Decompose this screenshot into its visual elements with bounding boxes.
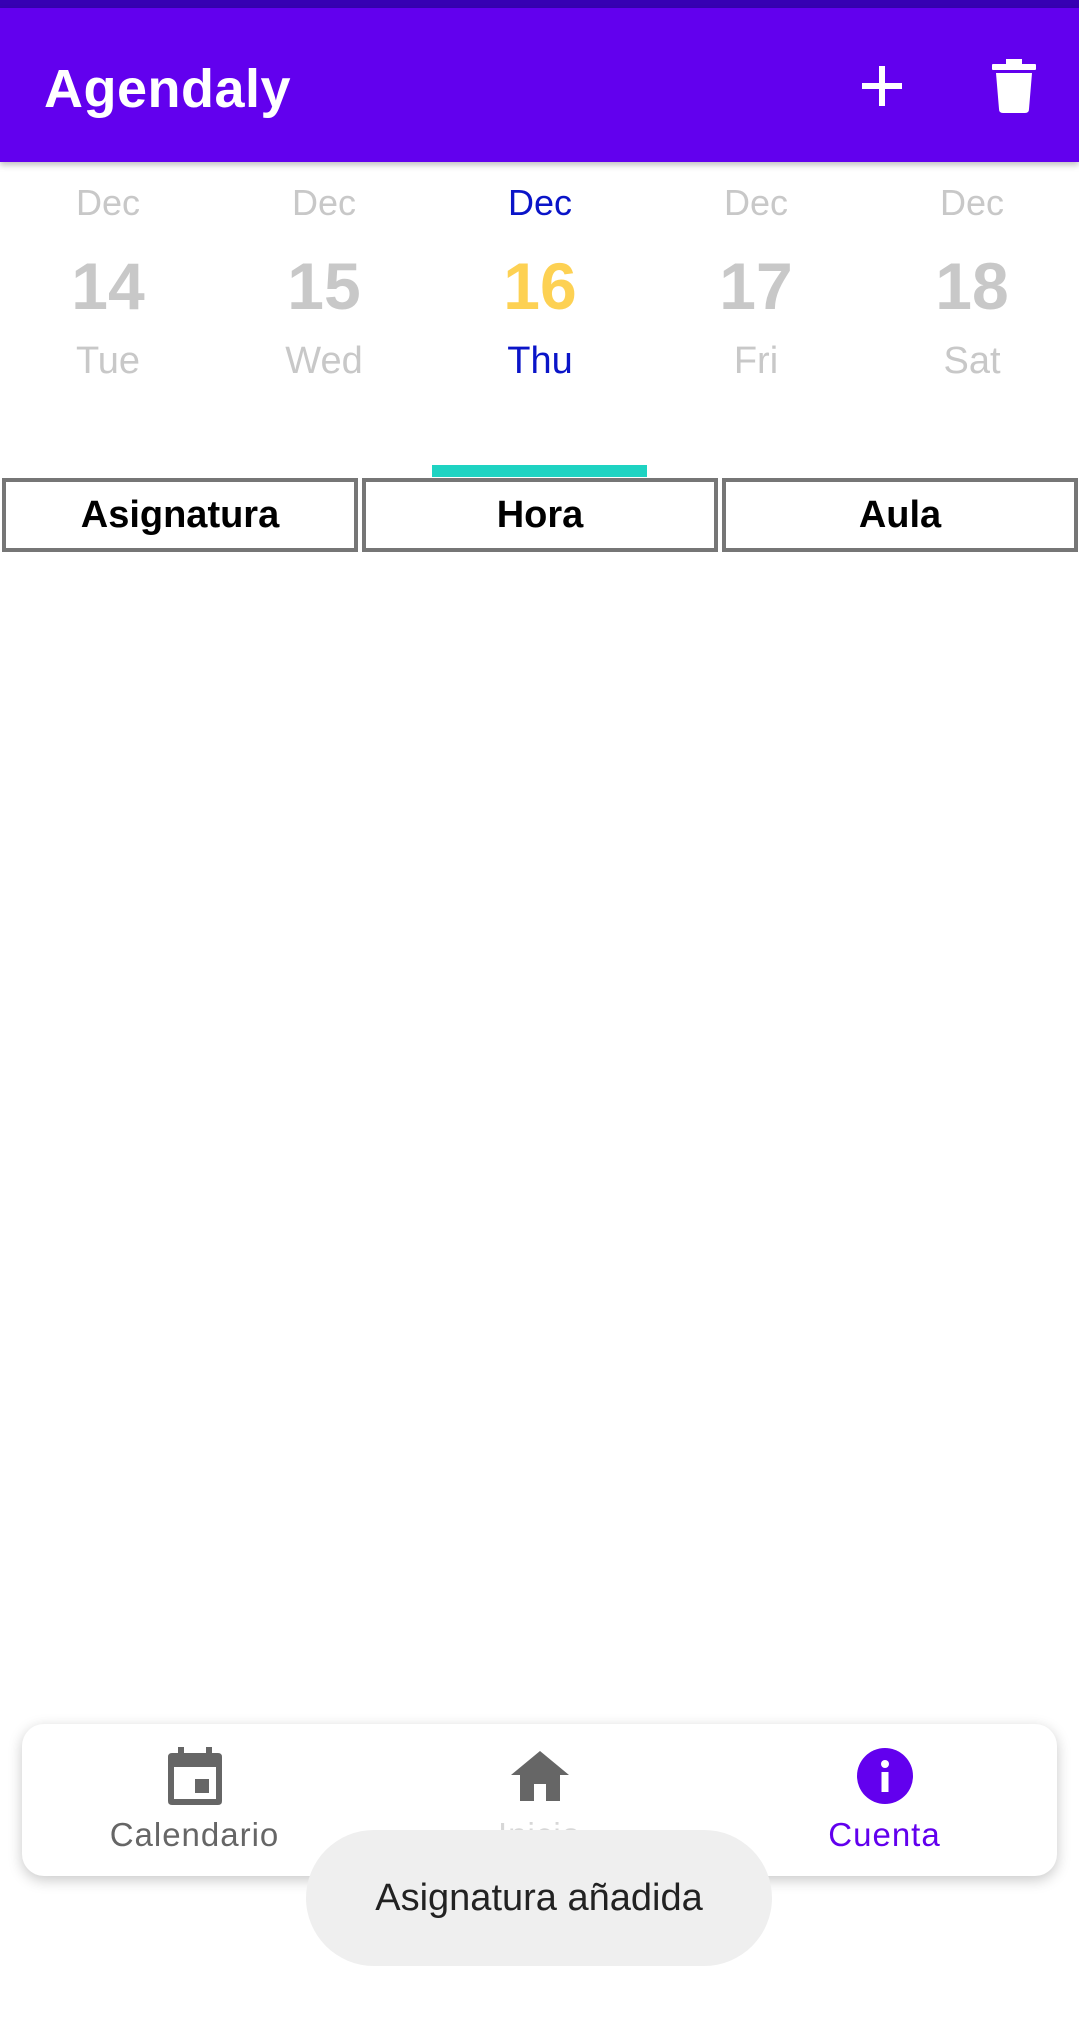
date-month: Dec bbox=[291, 182, 357, 223]
delete-button[interactable] bbox=[982, 54, 1046, 118]
date-month: Dec bbox=[723, 182, 789, 223]
date-item-15[interactable]: Dec 15 Wed bbox=[216, 170, 432, 400]
date-weekday: Wed bbox=[285, 340, 363, 382]
date-month: Dec bbox=[507, 182, 573, 223]
info-icon-wrap bbox=[712, 1744, 1057, 1808]
date-item-18[interactable]: Dec 18 Sat bbox=[864, 170, 1079, 400]
app-screen: Agendaly Dec 14 Tue Dec 15 Wed Dec 16 Th… bbox=[0, 0, 1079, 2021]
date-item-14[interactable]: Dec 14 Tue bbox=[0, 170, 216, 400]
toast-message: Asignatura añadida bbox=[306, 1830, 772, 1966]
add-button[interactable] bbox=[850, 54, 914, 118]
date-day: 15 bbox=[287, 249, 361, 323]
calendar-icon bbox=[167, 1747, 222, 1805]
home-icon-wrap bbox=[367, 1744, 712, 1808]
date-month: Dec bbox=[939, 182, 1005, 223]
date-day: 18 bbox=[935, 249, 1009, 323]
date-weekday: Tue bbox=[75, 340, 141, 382]
date-item-17[interactable]: Dec 17 Fri bbox=[648, 170, 864, 400]
date-item-16-selected[interactable]: Dec 16 Thu bbox=[432, 170, 648, 400]
date-selector: Dec 14 Tue Dec 15 Wed Dec 16 Thu Dec 17 … bbox=[0, 170, 1079, 477]
date-day: 16 bbox=[503, 249, 577, 323]
date-day: 14 bbox=[71, 249, 145, 323]
date-day: 17 bbox=[719, 249, 793, 323]
header-hora: Hora bbox=[362, 478, 718, 552]
header-aula: Aula bbox=[722, 478, 1078, 552]
nav-label: Cuenta bbox=[828, 1816, 941, 1853]
status-bar-strip bbox=[0, 0, 1079, 8]
date-weekday: Sat bbox=[943, 340, 1001, 382]
date-weekday: Fri bbox=[733, 340, 779, 382]
app-title: Agendaly bbox=[44, 59, 292, 119]
home-icon bbox=[510, 1751, 569, 1801]
app-bar: Agendaly bbox=[0, 8, 1079, 162]
plus-icon bbox=[862, 66, 902, 106]
header-asignatura: Asignatura bbox=[2, 478, 358, 552]
trash-icon bbox=[992, 59, 1036, 113]
calendar-icon-wrap bbox=[22, 1744, 367, 1808]
nav-cuenta[interactable]: Cuenta bbox=[712, 1724, 1057, 1876]
nav-calendario[interactable]: Calendario bbox=[22, 1724, 367, 1876]
selected-date-indicator bbox=[432, 465, 647, 477]
schedule-table-header: Asignatura Hora Aula bbox=[0, 478, 1079, 560]
nav-label: Calendario bbox=[109, 1816, 280, 1853]
info-icon bbox=[856, 1748, 913, 1804]
date-weekday: Thu bbox=[507, 340, 573, 382]
date-month: Dec bbox=[75, 182, 141, 223]
